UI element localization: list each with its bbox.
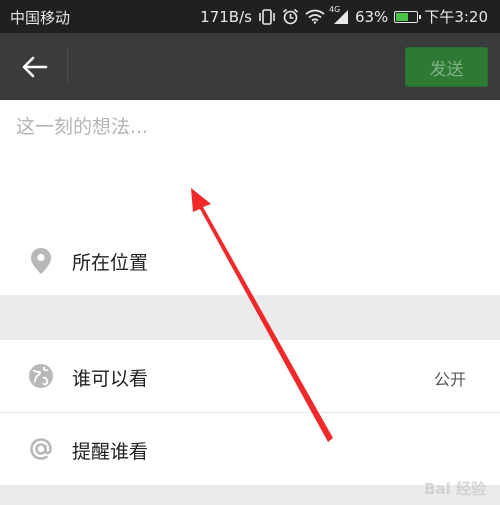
network-type-label: 4G: [328, 4, 341, 14]
back-arrow-icon: [22, 56, 48, 78]
header-divider: [67, 50, 68, 83]
status-right: 171B/s 4G 63% 下午3:20: [200, 5, 488, 27]
signal-icon: 4G: [329, 5, 349, 25]
carrier-name: 中国移动: [10, 9, 71, 27]
mention-row[interactable]: 提醒谁看: [0, 413, 500, 485]
wifi-icon: [305, 9, 325, 24]
clock: 下午3:20: [424, 8, 488, 26]
location-pin-icon: [28, 248, 54, 274]
watermark: Bai 经验: [424, 480, 486, 498]
battery-fill: [396, 12, 409, 21]
moment-text-input[interactable]: [14, 110, 488, 204]
globe-icon: [28, 363, 54, 389]
mention-label: 提醒谁看: [72, 441, 149, 463]
compose-area: 所在位置: [0, 100, 500, 295]
send-button[interactable]: 发送: [405, 47, 488, 87]
network-speed: 171B/s: [200, 7, 252, 26]
battery-percent: 63%: [354, 7, 389, 26]
location-row[interactable]: 所在位置: [0, 227, 500, 295]
battery-icon: [394, 10, 422, 23]
at-icon: [28, 436, 54, 462]
status-bar: 中国移动 171B/s 4G 63% 下午3:20: [0, 0, 500, 33]
app-bar: 发送: [0, 33, 500, 100]
settings-group: 谁可以看 公开 提醒谁看: [0, 340, 500, 485]
visibility-row[interactable]: 谁可以看 公开: [0, 340, 500, 413]
vibrate-icon: [258, 8, 276, 25]
location-label: 所在位置: [72, 251, 149, 274]
back-button[interactable]: [14, 49, 56, 85]
visibility-label: 谁可以看: [72, 368, 149, 390]
visibility-value: 公开: [433, 370, 466, 389]
alarm-icon: [282, 8, 299, 25]
